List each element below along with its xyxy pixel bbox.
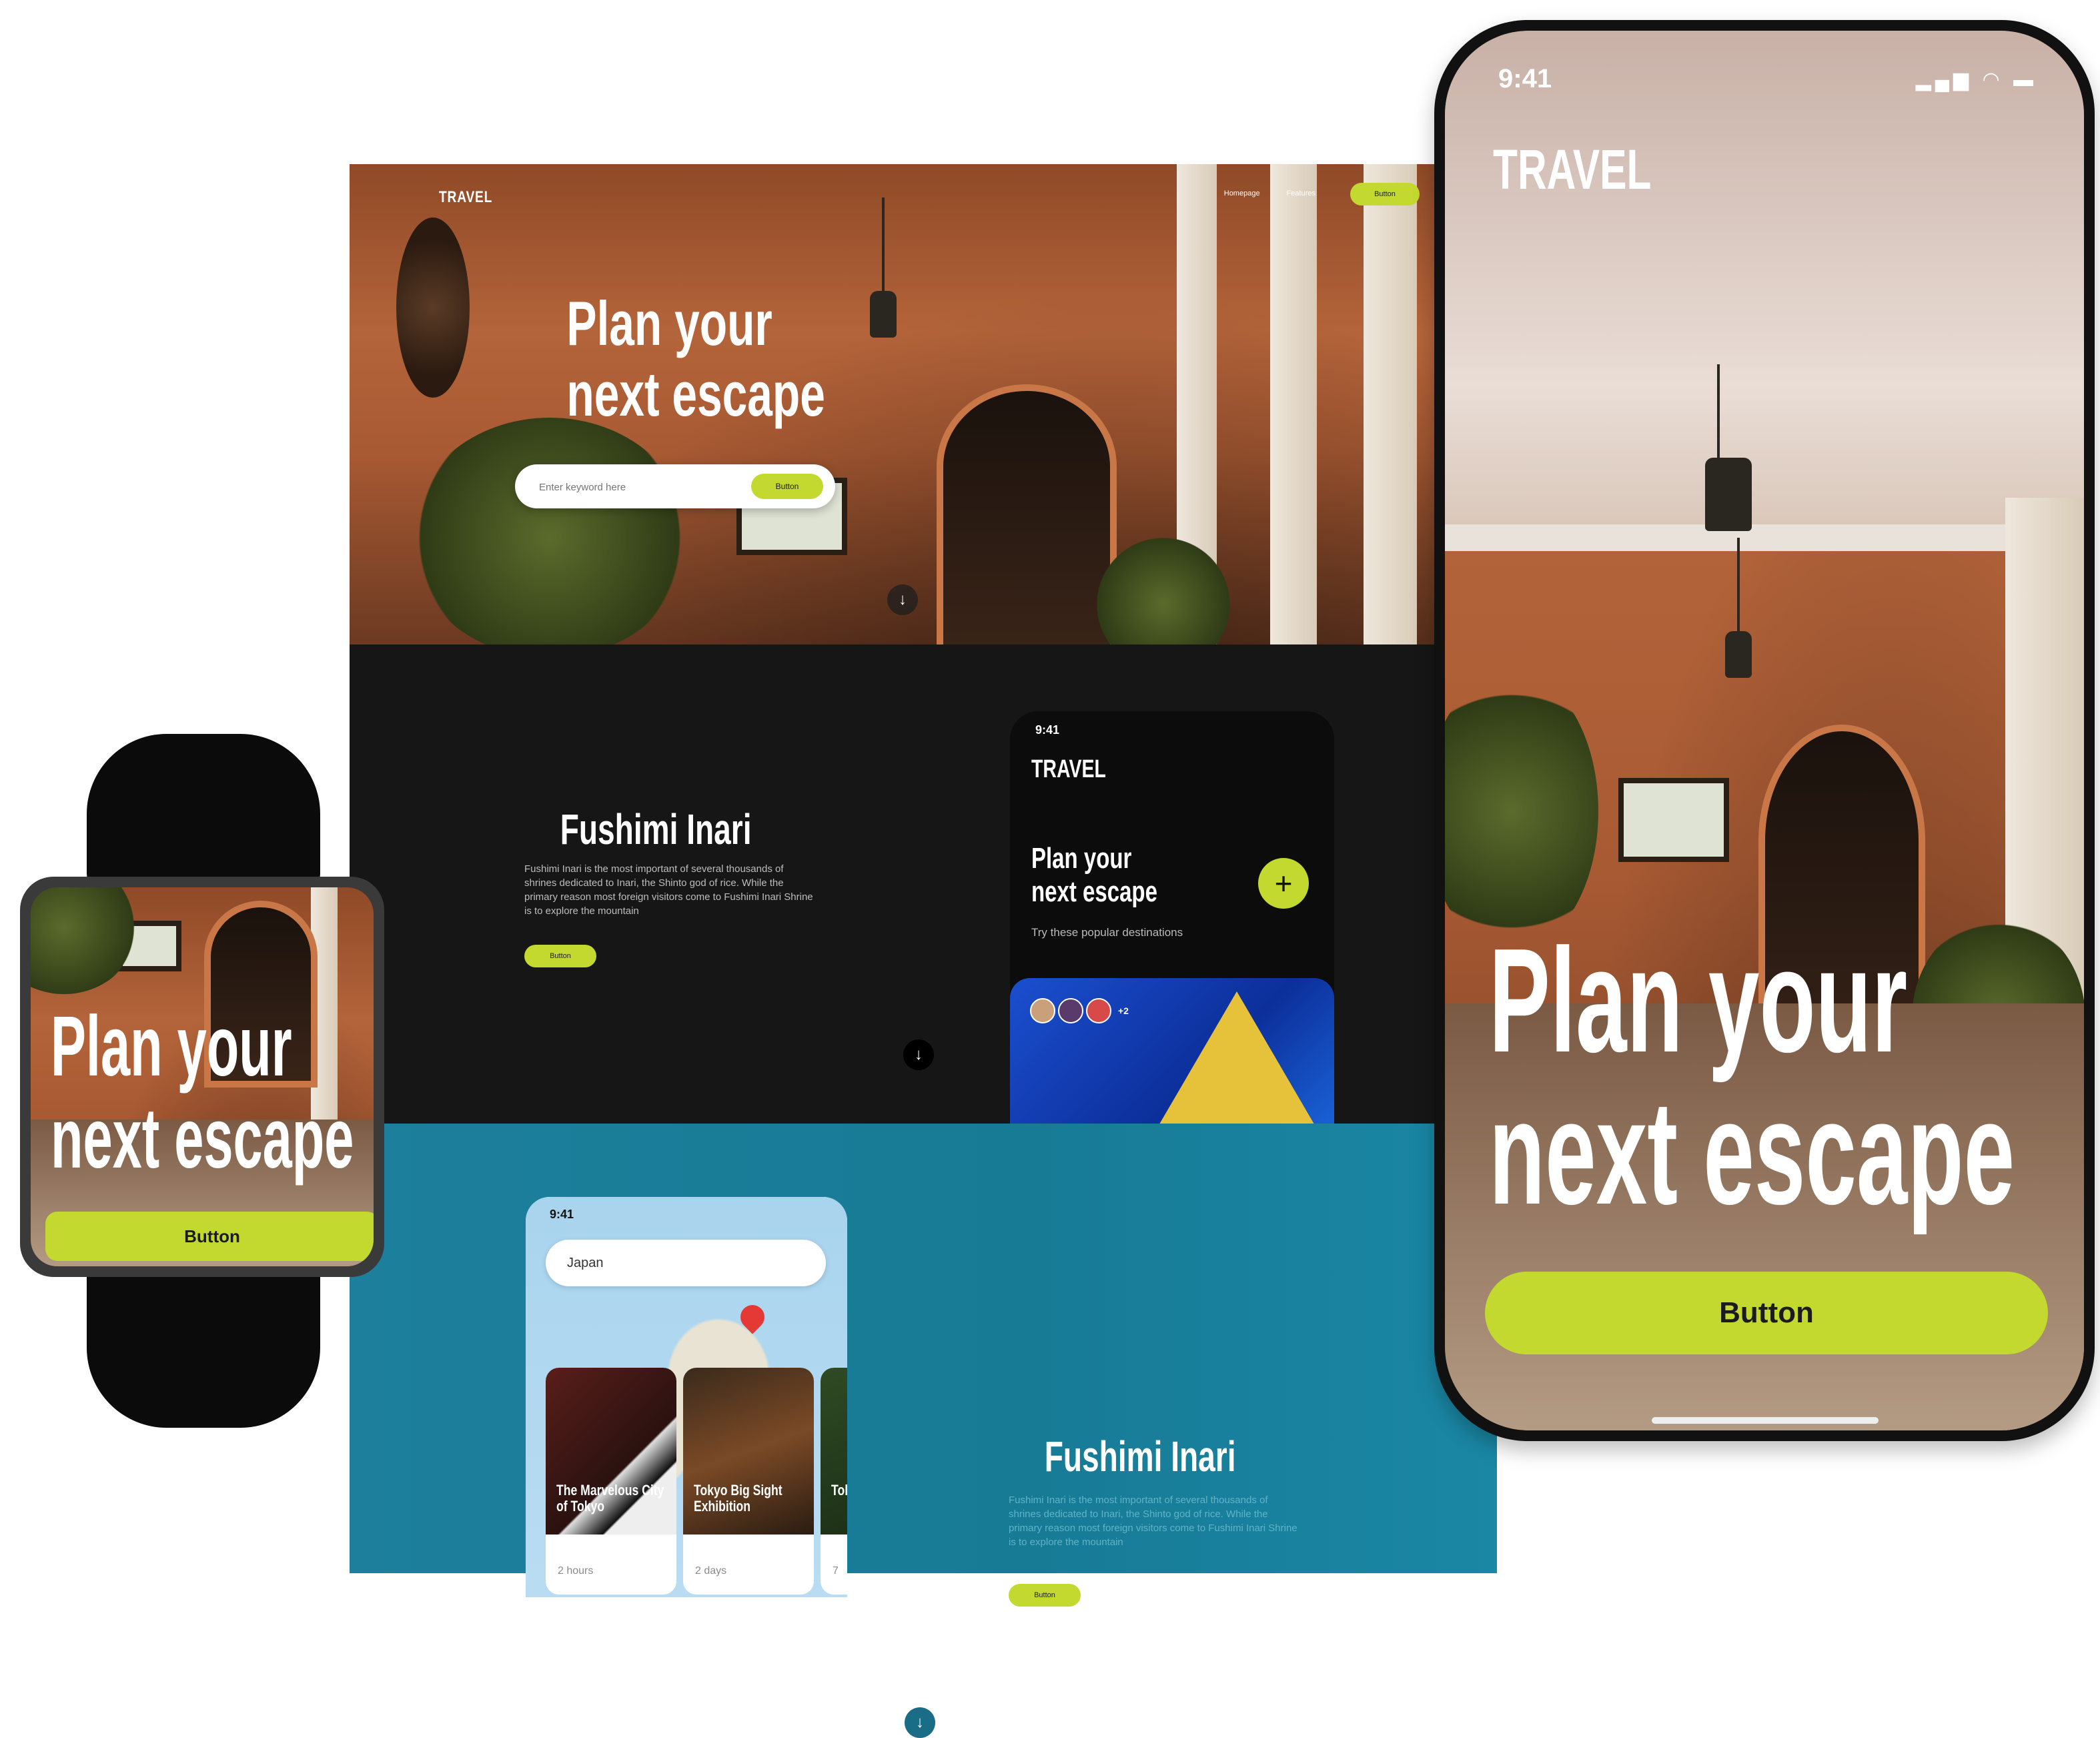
phone-title-line-1: Plan your	[1489, 918, 1908, 1083]
search-button[interactable]: Button	[751, 474, 823, 499]
site-logo[interactable]: TRAVEL	[439, 188, 492, 207]
watch-title-line-1: Plan your	[51, 999, 292, 1094]
hero-title-line-2: next escape	[566, 359, 825, 429]
hero-search-bar: Button	[515, 464, 835, 508]
trip-card[interactable]: The Marvelous City of Tokyo 2 hours	[546, 1368, 676, 1595]
watch-strap-bottom	[87, 1261, 320, 1428]
watch-title-line-2: next escape	[51, 1091, 354, 1186]
phone-button[interactable]: Button	[1485, 1272, 2048, 1354]
section-title: Fushimi Inari	[560, 805, 752, 853]
hero-title-line-1: Plan your	[566, 288, 772, 358]
battery-icon: ▬	[2013, 69, 2037, 91]
trip-card-title: Tokyo Big Sight Exhibition	[694, 1482, 782, 1514]
trip-card-duration: 2 hours	[558, 1565, 594, 1577]
mobile-app-preview: 9:41 TRAVEL Plan your next escape Try th…	[1010, 711, 1334, 1125]
app-logo: TRAVEL	[1031, 755, 1106, 783]
phone-title: Plan your next escape	[1489, 925, 2015, 1229]
smartwatch-mockup: Plan your next escape Button	[20, 734, 384, 1428]
trip-card-duration: 2 days	[695, 1565, 727, 1577]
section-button[interactable]: Button	[1009, 1584, 1081, 1607]
hero-section: TRAVEL Homepage Features Button Plan you…	[350, 164, 1442, 644]
trip-card-title: Tok Exi	[831, 1482, 847, 1498]
section-button[interactable]: Button	[524, 945, 596, 967]
wifi-icon: ◠	[1982, 69, 2004, 91]
section-title: Fushimi Inari	[1044, 1432, 1236, 1480]
status-time: 9:41	[1035, 723, 1060, 737]
hero-title: Plan your next escape	[566, 288, 825, 430]
watch-case: Plan your next escape Button	[20, 877, 384, 1277]
watch-strap-top	[87, 734, 320, 887]
avatar	[1030, 998, 1055, 1023]
status-time: 9:41	[550, 1208, 574, 1221]
avatar	[1058, 998, 1083, 1023]
destination-card[interactable]: +2	[1010, 978, 1334, 1125]
map-app-preview: 9:41 Japan The Marvelous City of Tokyo 2…	[526, 1197, 847, 1597]
nav-link-features[interactable]: Features	[1287, 189, 1316, 197]
status-time: 9:41	[1498, 64, 1552, 93]
map-search-field[interactable]: Japan	[546, 1240, 826, 1286]
app-title-line-1: Plan your	[1031, 842, 1132, 875]
trip-card[interactable]: Tok Exi 7	[821, 1368, 847, 1595]
desktop-mockup: TRAVEL Homepage Features Button Plan you…	[350, 164, 1497, 1738]
phone-screen: 9:41 ▂▄▆ ◠ ▬ TRAVEL Plan your next escap…	[1445, 31, 2084, 1430]
plus-icon[interactable]: +	[1258, 858, 1309, 909]
nav-button[interactable]: Button	[1350, 183, 1420, 205]
signal-icon: ▂▄▆	[1915, 69, 1973, 91]
section-body: Fushimi Inari is the most important of s…	[1009, 1494, 1297, 1548]
smartphone-mockup: 9:41 ▂▄▆ ◠ ▬ TRAVEL Plan your next escap…	[1434, 20, 2095, 1441]
scroll-down-icon[interactable]: ↓	[887, 584, 918, 615]
watch-button[interactable]: Button	[45, 1212, 374, 1261]
trip-card[interactable]: Tokyo Big Sight Exhibition 2 days	[683, 1368, 814, 1595]
avatar-count: +2	[1118, 1005, 1129, 1016]
trip-card-duration: 7	[833, 1565, 839, 1577]
search-input[interactable]	[538, 478, 734, 496]
app-subtitle: Try these popular destinations	[1031, 926, 1183, 939]
section-body: Fushimi Inari is the most important of s…	[524, 863, 813, 917]
app-logo: TRAVEL	[1493, 138, 1652, 201]
scroll-down-icon[interactable]: ↓	[905, 1707, 935, 1738]
app-title: Plan your next escape	[1031, 842, 1157, 909]
scroll-down-icon[interactable]: ↓	[903, 1039, 934, 1070]
pyramid-image	[1143, 991, 1330, 1125]
top-nav: Homepage Features	[1224, 189, 1316, 197]
trip-card-image	[821, 1368, 847, 1535]
avatar	[1086, 998, 1111, 1023]
home-indicator[interactable]	[1652, 1417, 1879, 1424]
phone-title-line-2: next escape	[1489, 1070, 2015, 1236]
feature-section-dark: Fushimi Inari Fushimi Inari is the most …	[350, 644, 1442, 1125]
feature-section-teal: 9:41 Japan The Marvelous City of Tokyo 2…	[350, 1124, 1497, 1738]
trip-card-title: The Marvelous City of Tokyo	[556, 1482, 664, 1514]
status-icons: ▂▄▆ ◠ ▬	[1916, 68, 2037, 91]
app-title-line-2: next escape	[1031, 875, 1157, 908]
nav-link-homepage[interactable]: Homepage	[1224, 189, 1260, 197]
watch-title: Plan your next escape	[51, 1001, 354, 1185]
hero-background-photo	[350, 164, 1442, 644]
map-search-value: Japan	[567, 1256, 604, 1270]
avatar-group: +2	[1030, 998, 1129, 1023]
watch-screen: Plan your next escape Button	[31, 887, 374, 1266]
